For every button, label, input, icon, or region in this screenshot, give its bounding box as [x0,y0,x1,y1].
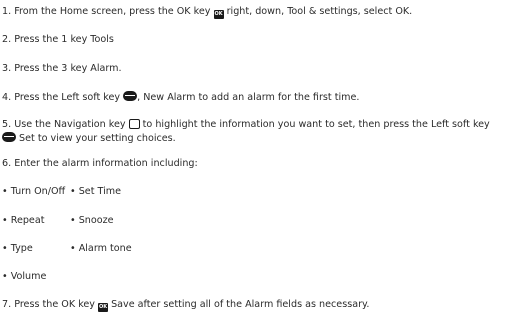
bullet-volume: • Volume [2,271,47,282]
step-1-text-end: right, down, Tool & settings, select OK. [226,6,413,17]
bullet-snooze: • Snooze [70,215,114,226]
step-2: 2. Press the 1 key Tools [2,34,114,45]
step-6: 6. Enter the alarm information including… [2,158,198,169]
step-5-continued: Set to view your setting choices. [2,132,176,145]
step-5-text-start: 5. Use the Navigation key [2,119,129,130]
step-7: 7. Press the OK key OK Save after settin… [2,299,369,312]
bullet-turn-on-off: • Turn On/Off [2,186,66,197]
bullet-repeat: • Repeat [2,215,45,226]
step-1: 1. From the Home screen, press the OK ke… [2,6,412,19]
step-4-text-start: 4. Press the Left soft key [2,92,124,103]
step-5-text-end: to highlight the information you want to… [139,119,490,130]
step-7-text-end: Save after setting all of the Alarm fiel… [108,299,370,310]
step-3: 3. Press the 3 key Alarm. [2,63,122,74]
step-4-text-end: , New Alarm to add an alarm for the firs… [137,92,360,103]
navigation-key-icon [128,119,140,129]
ok-key-icon: OK [98,303,109,312]
bullet-alarm-tone: • Alarm tone [70,243,132,254]
left-soft-key-icon [2,132,16,142]
ok-key-icon: OK [213,10,224,19]
step-1-text-start: 1. From the Home screen, press the OK ke… [2,6,211,17]
bullet-type: • Type [2,243,33,254]
step-4: 4. Press the Left soft key , New Alarm t… [2,91,359,104]
bullet-set-time: • Set Time [70,186,121,197]
step-5-text-line2: Set to view your setting choices. [16,133,176,144]
left-soft-key-icon [123,91,138,101]
step-5: 5. Use the Navigation key to highlight t… [2,119,490,131]
step-7-text-start: 7. Press the OK key [2,299,99,310]
